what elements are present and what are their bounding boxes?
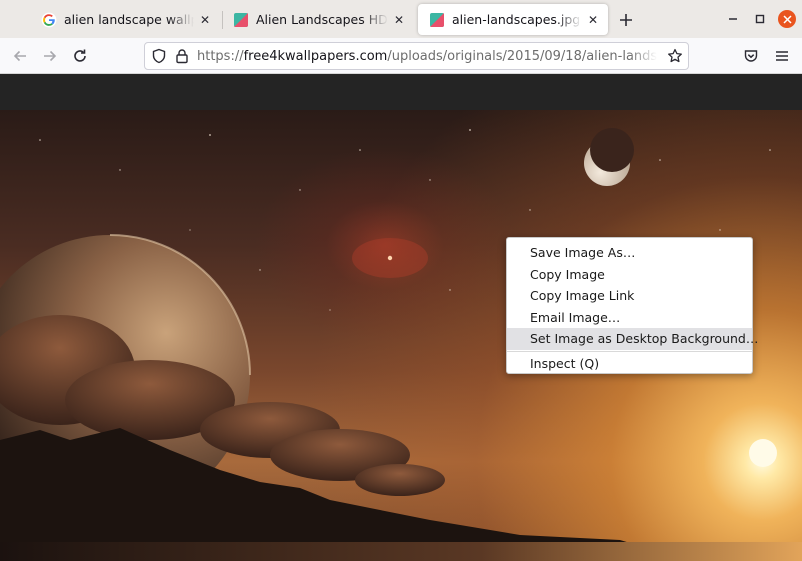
back-button[interactable] <box>8 44 32 68</box>
image-context-menu: Save Image As… Copy Image Copy Image Lin… <box>506 237 758 375</box>
bright-star <box>387 255 393 261</box>
close-tab-icon[interactable]: ✕ <box>584 11 602 29</box>
arrow-left-icon <box>13 50 26 62</box>
navigation-toolbar: https://free4kwallpapers.com/uploads/ori… <box>0 38 802 74</box>
close-tab-icon[interactable]: ✕ <box>196 11 214 29</box>
reload-icon <box>74 49 86 62</box>
tab-search-results[interactable]: alien landscape wallpaper ✕ <box>30 4 220 35</box>
menu-item-copy-image[interactable]: Copy Image <box>507 264 752 286</box>
menu-item-email-image[interactable]: Email Image… <box>507 307 752 329</box>
lock-icon[interactable] <box>174 48 190 64</box>
menu-item-save-image-as[interactable]: Save Image As… <box>507 242 752 264</box>
menu-item-inspect[interactable]: Inspect (Q) <box>507 353 752 375</box>
water <box>0 542 802 561</box>
tracking-protection-shield-icon[interactable] <box>151 48 167 64</box>
tab-wallpaper-page[interactable]: Alien Landscapes HD wallpaper ✕ <box>222 4 414 35</box>
tab-title: alien landscape wallpaper <box>64 12 194 27</box>
pocket-button[interactable] <box>739 44 763 68</box>
hamburger-menu-icon <box>776 51 788 61</box>
maximize-button[interactable] <box>751 10 769 28</box>
pocket-icon <box>744 50 758 62</box>
close-window-button[interactable] <box>778 10 796 28</box>
menu-item-set-desktop-background[interactable]: Set Image as Desktop Background… <box>507 328 758 350</box>
arrow-right-icon <box>44 50 57 62</box>
minimize-icon <box>729 18 737 20</box>
bookmark-star-icon[interactable] <box>667 48 683 64</box>
tab-title: alien-landscapes.jpg (JPEG Image) <box>452 12 582 27</box>
menu-item-copy-image-link[interactable]: Copy Image Link <box>507 285 752 307</box>
sun <box>749 439 777 467</box>
google-icon <box>41 12 57 27</box>
menu-button[interactable] <box>770 44 794 68</box>
site-icon <box>430 12 444 27</box>
url-text[interactable]: https://free4kwallpapers.com/uploads/ori… <box>197 49 657 64</box>
tab-image[interactable]: alien-landscapes.jpg (JPEG Image) ✕ <box>418 4 608 35</box>
menu-separator <box>507 350 752 352</box>
url-scheme: https:// <box>197 49 244 64</box>
close-tab-icon[interactable]: ✕ <box>390 11 408 29</box>
crescent-moon <box>584 128 634 186</box>
url-domain: free4kwallpapers.com <box>243 49 388 64</box>
reload-button[interactable] <box>68 44 92 68</box>
plus-icon <box>620 14 632 26</box>
new-tab-button[interactable] <box>614 8 638 32</box>
address-bar[interactable]: https://free4kwallpapers.com/uploads/ori… <box>144 42 689 70</box>
maximize-icon <box>755 14 765 24</box>
image-viewer-background <box>0 74 802 110</box>
minimize-button[interactable] <box>724 10 742 28</box>
site-icon <box>234 12 248 27</box>
tab-strip: alien landscape wallpaper ✕ Alien Landsc… <box>0 0 802 38</box>
tab-title: Alien Landscapes HD wallpaper <box>256 12 388 27</box>
close-icon <box>782 14 792 24</box>
forward-button[interactable] <box>38 44 62 68</box>
url-path: /uploads/originals/2015/09/18/alien-land… <box>387 49 657 64</box>
